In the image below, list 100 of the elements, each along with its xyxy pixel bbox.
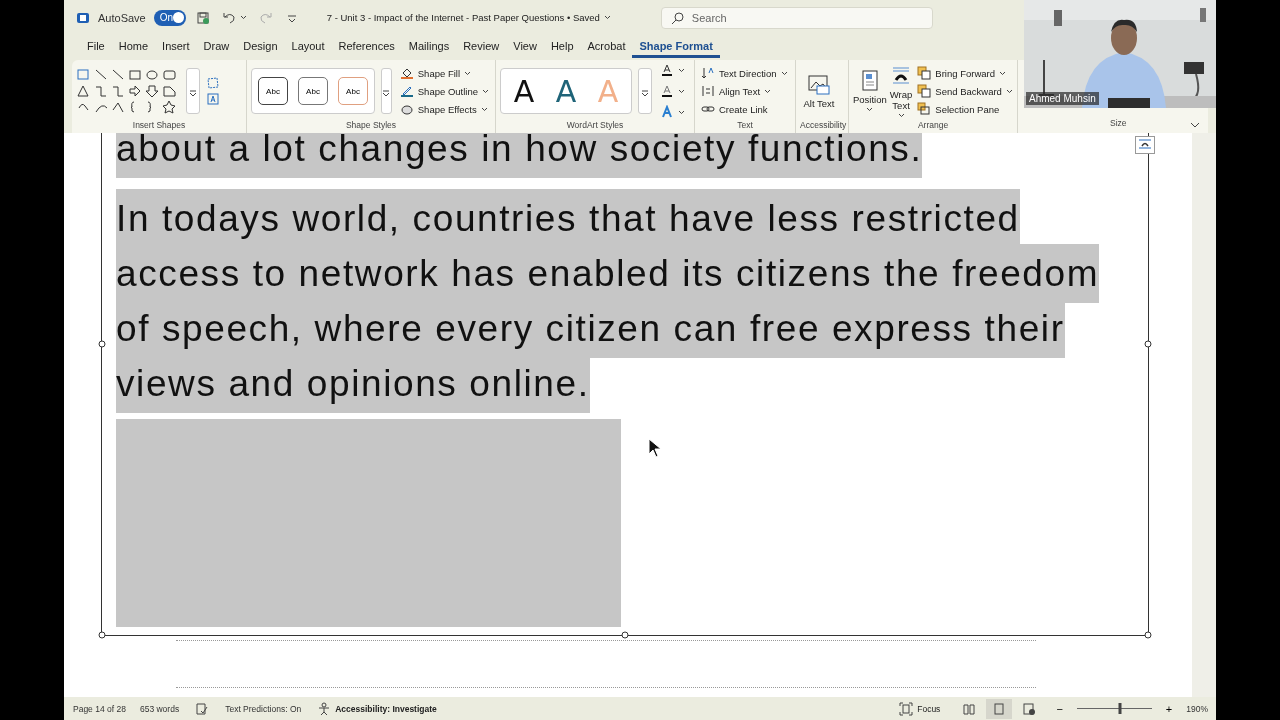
- ribbon-tab[interactable]: References: [331, 35, 402, 56]
- shape-effects-icon: [399, 102, 414, 116]
- paint-bucket-icon: [399, 66, 414, 80]
- ribbon-command[interactable]: Wrap Text: [889, 64, 913, 118]
- caret-icon: [678, 67, 685, 73]
- redo-icon: [258, 10, 273, 25]
- caret-icon: [480, 106, 488, 112]
- participant-name: Ahmed Muhsin: [1026, 92, 1099, 105]
- zoom-in-button[interactable]: +: [1165, 702, 1173, 715]
- expand-icon: [382, 89, 391, 96]
- ribbon-command[interactable]: Create Link: [699, 101, 790, 117]
- accessibility-icon: [317, 701, 332, 716]
- zoom-percent[interactable]: 190%: [1186, 703, 1208, 714]
- zoom-out-button[interactable]: −: [1056, 702, 1063, 715]
- text-effects-icon: [660, 105, 674, 119]
- gallery-more-button[interactable]: [381, 68, 392, 114]
- search-field[interactable]: Search: [660, 6, 933, 29]
- ribbon-tab[interactable]: Home: [111, 35, 156, 56]
- ribbon-tab[interactable]: Acrobat: [580, 35, 633, 56]
- align-text-icon: [701, 84, 715, 98]
- caret-icon: [464, 70, 472, 76]
- autosave-toggle[interactable]: On: [153, 9, 186, 26]
- focus-icon: [899, 701, 914, 716]
- edit-shape-icon: [206, 76, 220, 90]
- ribbon-command[interactable]: Text Direction: [699, 65, 790, 81]
- text-fill-icon: [660, 63, 674, 77]
- alt-text-button[interactable]: Alt Text: [800, 73, 838, 109]
- layers-icon: [917, 66, 932, 80]
- ribbon-tab[interactable]: File: [80, 35, 112, 56]
- ribbon-command[interactable]: Align Text: [699, 83, 790, 99]
- group-label: WordArt Styles: [565, 120, 625, 132]
- ribbon-command[interactable]: Shape Fill: [397, 65, 491, 81]
- ribbon-command[interactable]: Bring Forward: [915, 65, 1015, 81]
- ribbon-command[interactable]: Position: [853, 70, 887, 112]
- ribbon-command[interactable]: Send Backward: [915, 83, 1015, 99]
- ribbon-tab[interactable]: Layout: [284, 35, 332, 56]
- ribbon-command[interactable]: Shape Outline: [397, 83, 491, 99]
- gallery-more-button[interactable]: [638, 68, 652, 114]
- word-logo-icon: [76, 10, 90, 25]
- selection-pane-icon: [917, 102, 932, 116]
- page-icon: [993, 702, 1006, 715]
- resize-handle[interactable]: [98, 340, 106, 348]
- ribbon-tab[interactable]: Insert: [155, 35, 197, 56]
- mouse-pointer-icon: [648, 438, 662, 458]
- text-box[interactable]: [101, 133, 1149, 636]
- ribbon-tab[interactable]: View: [506, 35, 544, 56]
- caret-icon: [603, 15, 611, 20]
- wrap-text-icon: [891, 64, 912, 87]
- layout-options-button[interactable]: [1135, 136, 1155, 154]
- ribbon-tab[interactable]: Help: [543, 35, 581, 56]
- expand-icon: [641, 89, 649, 96]
- focus-button[interactable]: Focus: [897, 700, 943, 717]
- ribbon-tab[interactable]: Shape Format: [632, 35, 720, 58]
- position-icon: [859, 70, 880, 92]
- web-page-icon: [1023, 702, 1036, 715]
- gallery-more-button[interactable]: [186, 68, 200, 114]
- book-icon: [963, 702, 976, 715]
- book-check-icon: [195, 701, 210, 716]
- ribbon-command[interactable]: Selection Pane: [915, 101, 1015, 117]
- caret-icon: [1005, 88, 1013, 94]
- text-outline-icon: [660, 84, 674, 98]
- ribbon-command[interactable]: Shape Effects: [397, 101, 491, 117]
- caret-icon: [764, 88, 771, 94]
- accessibility-status[interactable]: Accessibility: Investigate: [315, 700, 439, 717]
- caret-icon: [678, 88, 685, 94]
- ribbon-tab[interactable]: Review: [456, 35, 507, 56]
- word-count: 653 words: [139, 703, 180, 714]
- pencil-icon: [399, 84, 414, 98]
- undo-icon: [221, 10, 236, 25]
- group-label: Insert Shapes: [131, 120, 187, 132]
- group-label: Text: [736, 120, 754, 132]
- shape-style-swatch[interactable]: Abc: [298, 77, 328, 105]
- resize-handle[interactable]: [1144, 340, 1152, 348]
- picture-icon: [807, 73, 831, 96]
- caret-icon: [239, 15, 247, 20]
- resize-handle[interactable]: [621, 631, 629, 639]
- resize-handle[interactable]: [1144, 631, 1152, 639]
- text-predictions-status[interactable]: Text Predictions: On: [225, 703, 302, 714]
- group-label: Arrange: [916, 120, 950, 132]
- caret-icon: [897, 112, 905, 118]
- text-direction-icon: [701, 66, 715, 80]
- save-icon: [195, 10, 210, 25]
- shape-style-swatch[interactable]: Abc: [338, 77, 368, 105]
- ribbon-tab[interactable]: Mailings: [401, 35, 457, 56]
- wrap-text-icon: [1138, 137, 1152, 150]
- ribbon-tab[interactable]: Draw: [196, 35, 237, 56]
- text-box-icon: [206, 92, 220, 106]
- autosave-label: AutoSave: [98, 11, 146, 24]
- document-title[interactable]: 7 - Unit 3 - Impact of the Internet - Past Paper Questions • Saved: [324, 11, 613, 24]
- caret-icon: [482, 88, 489, 94]
- shape-style-swatch[interactable]: Abc: [258, 77, 288, 105]
- zoom-slider-thumb[interactable]: [1118, 703, 1122, 714]
- group-label: Size: [1110, 118, 1127, 128]
- page-count: Page 14 of 28: [73, 703, 126, 714]
- search-icon: [670, 10, 685, 25]
- ribbon-tab[interactable]: Design: [236, 35, 285, 56]
- caret-icon: [999, 70, 1006, 76]
- chevron-icon: [1190, 122, 1200, 128]
- group-label: Shape Styles: [344, 120, 398, 132]
- resize-handle[interactable]: [98, 631, 106, 639]
